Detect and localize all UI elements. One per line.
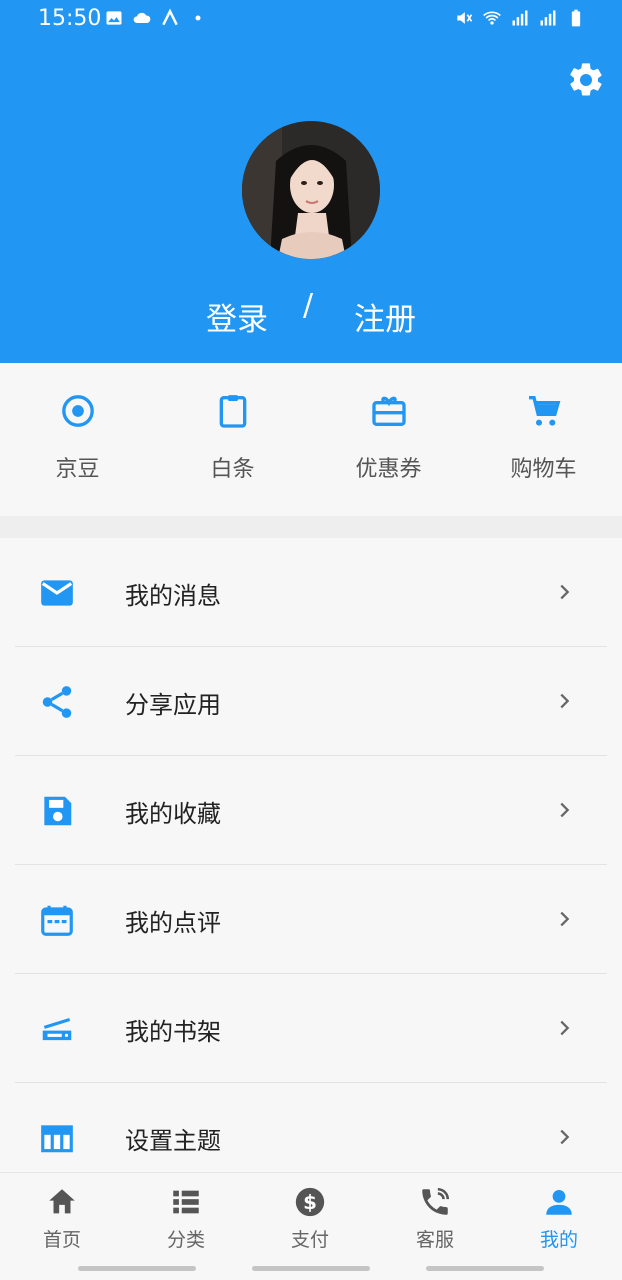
quick-item-label: 京豆: [55, 457, 100, 482]
save-icon: [44, 796, 72, 826]
auth-separator: /: [303, 288, 314, 323]
profile-header: 15:50 登录 / 注册: [0, 0, 622, 363]
quick-item-baitiao[interactable]: 白条: [155, 363, 310, 516]
status-bar: 15:50: [0, 0, 622, 38]
share-icon: [42, 686, 72, 718]
nav-item-label: 支付: [290, 1229, 329, 1251]
target-icon: [61, 395, 94, 427]
menu-item-label: 设置主题: [125, 1127, 221, 1155]
menu-item-label: 我的消息: [125, 582, 221, 610]
nav-item-label: 我的: [539, 1229, 578, 1251]
menu-item-label: 我的书架: [125, 1018, 221, 1046]
quick-item-label: 优惠券: [355, 457, 422, 482]
avatar-image: [242, 121, 380, 259]
chevron-right-icon: [560, 693, 570, 709]
menu-item-reviews[interactable]: 我的点评: [0, 865, 622, 974]
quick-item-label: 白条: [210, 457, 255, 482]
cart-icon: [528, 396, 560, 426]
bottom-nav: 首页 分类 $ 支付 客服 我的: [0, 1172, 622, 1258]
status-left-icons: [104, 8, 208, 28]
mail-icon: [41, 580, 73, 606]
wifi-icon: [483, 11, 501, 25]
chevron-right-icon: [560, 584, 570, 600]
nav-item-pay[interactable]: $ 支付: [248, 1173, 372, 1259]
status-right-icons: [454, 8, 586, 28]
nav-item-home[interactable]: 首页: [0, 1173, 124, 1259]
menu-item-label: 分享应用: [125, 691, 221, 719]
clipboard-icon: [219, 395, 246, 428]
signal-icon: [540, 10, 556, 26]
chevron-right-icon: [560, 1129, 570, 1145]
gesture-icon: [162, 8, 178, 26]
auth-links: 登录 / 注册: [0, 286, 622, 342]
section-gap: [0, 516, 622, 538]
battery-icon: [571, 9, 581, 27]
menu-item-bookshelf[interactable]: 我的书架: [0, 974, 622, 1083]
chevron-right-icon: [560, 802, 570, 818]
quick-actions: 京豆 白条 优惠券 购物车: [0, 363, 622, 516]
menu-item-label: 我的收藏: [125, 800, 221, 828]
status-time: 15:50: [38, 6, 102, 31]
menu-item-messages[interactable]: 我的消息: [0, 538, 622, 647]
scanner-icon: [42, 1017, 72, 1041]
menu-item-share[interactable]: 分享应用: [0, 647, 622, 756]
dot-icon: [195, 15, 201, 21]
dollar-icon: $: [295, 1187, 325, 1217]
svg-text:$: $: [303, 1191, 317, 1214]
gesture-pill[interactable]: [78, 1266, 196, 1271]
quick-item-label: 购物车: [510, 457, 577, 482]
gesture-pill[interactable]: [426, 1266, 544, 1271]
nav-item-category[interactable]: 分类: [124, 1173, 248, 1259]
quick-item-coupon[interactable]: 优惠券: [311, 363, 466, 516]
table-icon: [41, 1125, 73, 1153]
menu-item-favorites[interactable]: 我的收藏: [0, 756, 622, 865]
list-icon: [173, 1190, 199, 1214]
nav-item-label: 客服: [415, 1229, 454, 1251]
login-link[interactable]: 登录: [206, 294, 268, 339]
phone-icon: [422, 1187, 450, 1215]
home-icon: [49, 1189, 75, 1214]
menu-item-label: 我的点评: [125, 909, 221, 937]
cloud-icon: [133, 12, 151, 23]
quick-item-cart[interactable]: 购物车: [466, 363, 621, 516]
calendar-icon: [41, 905, 73, 936]
nav-item-service[interactable]: 客服: [373, 1173, 497, 1259]
mute-icon: [457, 12, 473, 24]
gear-icon[interactable]: [566, 60, 606, 100]
nav-item-mine[interactable]: 我的: [497, 1173, 621, 1259]
gesture-pill[interactable]: [252, 1266, 370, 1271]
person-icon: [546, 1189, 572, 1215]
chevron-right-icon: [560, 911, 570, 927]
gift-card-icon: [371, 396, 406, 426]
nav-item-label: 首页: [42, 1229, 81, 1251]
register-link[interactable]: 注册: [354, 294, 416, 339]
nav-item-label: 分类: [166, 1229, 205, 1251]
chevron-right-icon: [560, 1020, 570, 1036]
avatar[interactable]: [242, 121, 380, 259]
quick-item-jingdou[interactable]: 京豆: [0, 363, 155, 516]
signal-icon: [512, 10, 528, 26]
gesture-bar: [0, 1258, 622, 1280]
image-icon: [106, 11, 122, 25]
